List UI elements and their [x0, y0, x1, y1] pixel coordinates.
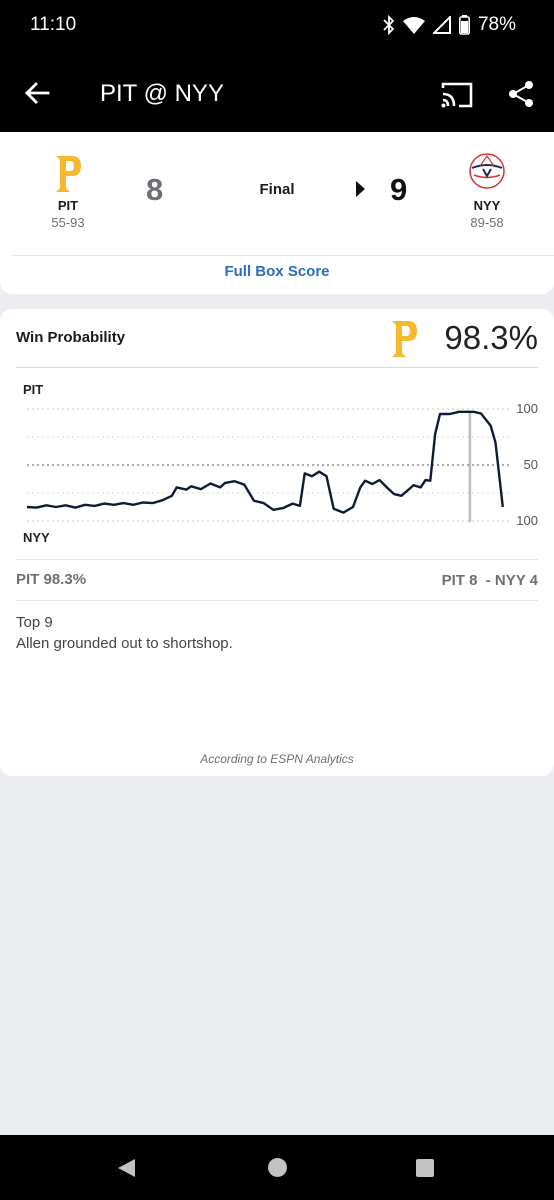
win-probability-plot: 100 50 100 [26, 401, 538, 528]
home-score: 9 [390, 172, 408, 207]
chart-series-line [26, 410, 504, 514]
system-nav-bar [0, 1135, 554, 1200]
battery-icon [458, 15, 470, 35]
page-title: PIT @ NYY [100, 80, 224, 107]
home-team-abbr: NYY [473, 198, 501, 213]
chart-y-tick-label: 50 [524, 457, 538, 472]
win-probability-card: Win Probability 98.3% PIT NYY 100 50 100 P… [0, 309, 554, 776]
nav-back-icon[interactable] [118, 1159, 135, 1177]
score-card: PIT 55-93 8 Final 9 NYY 89-58 Full Box S… [0, 132, 554, 294]
win-probability-summary: PIT 98.3% [16, 571, 87, 588]
share-icon[interactable] [506, 79, 536, 109]
chart-y-tick-label: 100 [516, 513, 538, 528]
score-divider [12, 255, 554, 256]
away-team-abbr: PIT [57, 198, 79, 213]
win-probability-chart: PIT NYY 100 50 100 [0, 369, 554, 559]
game-status: Final [259, 181, 295, 198]
chart-y-tick-label: 100 [516, 401, 538, 416]
battery-percent: 78% [477, 14, 516, 35]
winner-indicator-icon [356, 181, 365, 197]
nav-home-icon[interactable] [268, 1158, 287, 1177]
pirates-logo-icon [56, 156, 81, 192]
wifi-icon [402, 17, 425, 34]
away-score: 8 [146, 172, 164, 207]
full-box-score-link[interactable]: Full Box Score [0, 263, 554, 280]
analytics-footnote: According to ESPN Analytics [200, 752, 354, 766]
back-arrow-icon[interactable] [22, 78, 52, 108]
summary-divider [16, 600, 538, 601]
play-description: Allen grounded out to shortshop. [16, 635, 233, 652]
status-bar: 11:10 78% [0, 0, 554, 52]
app-bar: PIT @ NYY [0, 52, 554, 132]
nav-recents-icon[interactable] [416, 1159, 434, 1177]
home-team-record: 89-58 [470, 215, 504, 230]
away-team-record: 55-93 [51, 215, 85, 230]
win-probability-percent: 98.3% [444, 319, 538, 356]
win-probability-title: Win Probability [16, 329, 126, 346]
play-inning: Top 9 [16, 614, 53, 631]
cast-icon[interactable] [440, 80, 474, 110]
pirates-logo-icon [392, 321, 417, 357]
status-icons: 78% [383, 14, 516, 36]
header-divider [16, 367, 538, 368]
status-time: 11:10 [30, 14, 77, 35]
chart-divider [16, 559, 538, 560]
cell-signal-icon [432, 16, 451, 34]
yankees-logo-icon [469, 153, 505, 189]
score-at-play: PIT 8 - NYY 4 [441, 572, 538, 589]
bluetooth-icon [383, 15, 395, 35]
